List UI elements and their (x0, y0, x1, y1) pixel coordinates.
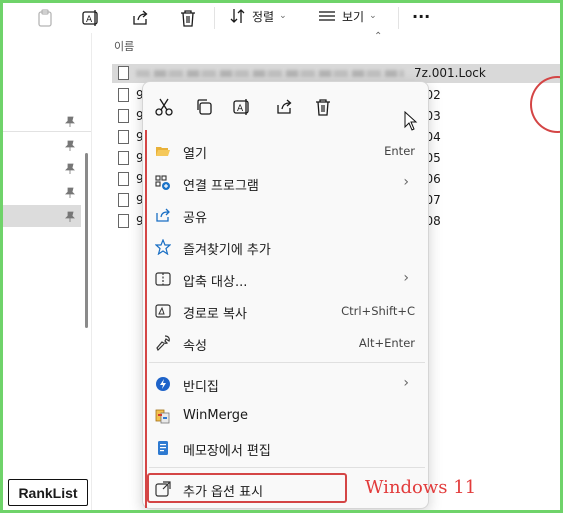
menu-item-open[interactable]: 열기 Enter (149, 136, 425, 166)
sort-icon (230, 9, 245, 23)
menu-item-label: 즐겨찾기에 추가 (183, 243, 271, 258)
chevron-up-icon[interactable]: ⌃ (374, 31, 382, 42)
delete-icon[interactable] (313, 97, 333, 117)
navigation-pane (3, 33, 91, 510)
share-icon[interactable] (274, 97, 294, 117)
shortcut-text: Enter (384, 144, 415, 158)
view-icon (319, 11, 335, 21)
menu-item-label: 속성 (183, 339, 207, 354)
file-icon (118, 193, 129, 207)
pin-icon[interactable] (65, 116, 75, 128)
divider (3, 131, 91, 132)
blurred-filename (136, 70, 404, 77)
file-icon (118, 172, 129, 186)
svg-text:A: A (237, 104, 244, 114)
wrench-icon (156, 335, 170, 351)
menu-separator (149, 362, 425, 363)
file-icon (118, 130, 129, 144)
file-icon (118, 214, 129, 228)
rename-icon[interactable]: A (232, 97, 252, 117)
column-header-name[interactable]: 이름 (114, 38, 134, 54)
mouse-cursor-icon (404, 111, 418, 131)
file-icon (118, 151, 129, 165)
menu-item-label: 열기 (183, 147, 207, 162)
pin-icon[interactable] (65, 163, 75, 175)
menu-item-open-with[interactable]: 연결 프로그램 › (149, 168, 425, 198)
context-menu: A 열기 Enter 연결 프로그램 › 공유 즐겨찾기에 추가 압축 대상..… (142, 81, 429, 509)
menu-item-share[interactable]: 공유 (149, 200, 425, 230)
menu-item-compress-to[interactable]: 압축 대상... › (149, 264, 425, 294)
view-label: 보기 (342, 9, 365, 24)
chevron-right-icon: › (403, 375, 409, 391)
star-icon (155, 239, 171, 255)
more-options-button[interactable]: ... (412, 3, 430, 22)
rename-icon[interactable]: A (81, 8, 101, 28)
menu-item-label: 메모장에서 편집 (183, 444, 271, 459)
chevron-down-icon: ⌄ (369, 11, 377, 21)
menu-item-label: 압축 대상... (183, 275, 248, 290)
menu-item-properties[interactable]: 속성 Alt+Enter (149, 328, 425, 358)
file-icon (118, 109, 129, 123)
toolbar-separator (398, 7, 399, 29)
svg-text:A: A (86, 15, 93, 25)
menu-item-label: 경로로 복사 (183, 307, 247, 322)
menu-item-winmerge[interactable]: WinMerge (149, 401, 425, 431)
chevron-down-icon: ⌄ (279, 11, 287, 21)
menu-item-bandizip[interactable]: 반디집 › (149, 369, 425, 399)
pin-icon[interactable] (65, 211, 75, 223)
toolbar-separator (214, 7, 215, 29)
pin-icon[interactable] (65, 140, 75, 152)
shortcut-text: Ctrl+Shift+C (341, 304, 415, 318)
bandizip-icon (156, 377, 170, 391)
windows-11-annotation: Windows 11 (365, 477, 477, 498)
menu-item-label: WinMerge (183, 408, 248, 423)
menu-item-edit-in-notepad[interactable]: 메모장에서 편집 (149, 433, 425, 463)
zip-folder-icon (155, 272, 171, 286)
chevron-right-icon: › (403, 270, 409, 286)
menu-item-label: 공유 (183, 211, 207, 226)
file-extension: 7z.001.Lock (414, 66, 486, 80)
highlight-box (147, 473, 347, 503)
menu-separator (149, 467, 425, 468)
file-icon (118, 66, 129, 80)
sort-label: 정렬 (252, 9, 275, 24)
highlight-bar (145, 130, 147, 508)
quick-actions-bar: A (143, 82, 428, 130)
file-icon (118, 88, 129, 102)
menu-item-label: 연결 프로그램 (183, 179, 259, 194)
delete-icon[interactable] (178, 8, 198, 28)
sort-button[interactable]: 정렬 ⌄ (229, 7, 287, 25)
open-with-icon (155, 175, 170, 190)
notepad-icon (158, 441, 168, 455)
paste-icon[interactable] (35, 8, 55, 28)
scrollbar[interactable] (85, 153, 88, 328)
ranklist-watermark: RankList (8, 479, 88, 506)
folder-open-icon (156, 147, 170, 156)
share-icon (156, 208, 170, 222)
copy-icon[interactable] (194, 97, 214, 117)
command-bar: A 정렬 ⌄ 보기 ⌄ ... (3, 3, 560, 33)
menu-item-add-favorites[interactable]: 즐겨찾기에 추가 (149, 232, 425, 262)
menu-item-copy-as-path[interactable]: 경로로 복사 Ctrl+Shift+C (149, 296, 425, 326)
chevron-right-icon: › (403, 174, 409, 190)
pin-icon[interactable] (65, 187, 75, 199)
share-icon[interactable] (130, 8, 150, 28)
view-button[interactable]: 보기 ⌄ (317, 7, 377, 25)
copy-path-icon (155, 304, 171, 318)
winmerge-icon (155, 409, 170, 424)
menu-item-label: 반디집 (183, 380, 219, 395)
cut-icon[interactable] (154, 97, 174, 117)
shortcut-text: Alt+Enter (358, 336, 415, 350)
